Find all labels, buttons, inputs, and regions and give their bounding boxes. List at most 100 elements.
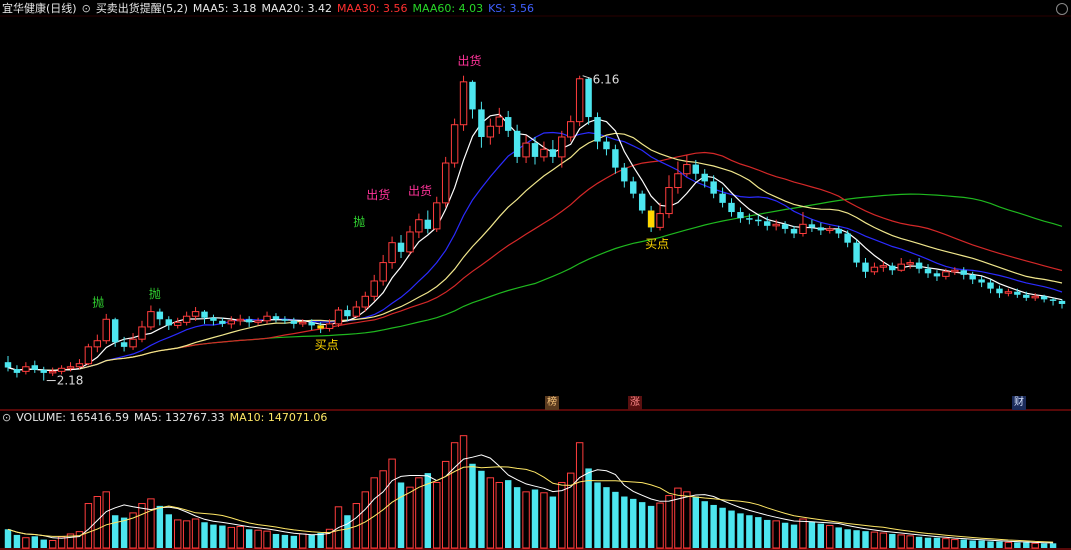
candle-down [290, 320, 298, 324]
volume-bar-down [40, 539, 47, 548]
volume-bar-down [1040, 543, 1048, 548]
volume-ma10-line [7, 466, 1054, 543]
candle-down [272, 316, 280, 320]
volume-bar-up [897, 534, 905, 549]
volume-bar-down [531, 489, 539, 548]
candle-up [93, 340, 102, 348]
volume-bar-up [299, 533, 307, 549]
candle-up [1031, 295, 1039, 299]
rank-tag[interactable]: 榜 [545, 396, 559, 410]
finance-tag[interactable]: 财 [1012, 396, 1026, 410]
volume-bar-up [942, 538, 950, 549]
volume-bar-up [656, 502, 664, 549]
candle-up [575, 78, 584, 123]
candle-down [594, 117, 601, 142]
volume-bar-up [102, 491, 110, 549]
volume-bar-up [879, 532, 888, 549]
candle-up [665, 187, 673, 215]
candle-up [567, 121, 575, 138]
buy-marker [317, 325, 324, 329]
volume-bar-up [182, 520, 191, 549]
candle-up [1004, 291, 1013, 294]
candle-up [254, 320, 262, 323]
candle-up [352, 306, 361, 317]
volume-dropdown-icon[interactable]: ⊙ [2, 411, 11, 424]
volume-bar-up [495, 481, 503, 549]
volume-bar-down [862, 531, 869, 548]
candle-down [764, 221, 771, 226]
candle-down [915, 262, 923, 269]
candle-down [621, 167, 628, 182]
dropdown-icon[interactable]: ⊙ [82, 2, 91, 15]
volume-bar-down [549, 496, 557, 548]
volume-bar-up [683, 491, 691, 549]
candle-down [111, 319, 119, 343]
candle-down [120, 342, 128, 347]
volume-bar-down [933, 537, 941, 548]
volume-bar-up [1031, 542, 1039, 549]
candle-down [210, 317, 217, 321]
candle-up [334, 309, 343, 325]
ma20-line [7, 132, 1063, 371]
candle-down [4, 362, 12, 368]
volume-bar-up [450, 442, 459, 549]
volume-bar-up [486, 477, 495, 549]
volume-bar-down [219, 525, 226, 548]
candle-down [960, 270, 967, 275]
volume-bar-up [674, 487, 682, 549]
volume-bar-up [433, 481, 441, 549]
candle-down [701, 173, 708, 182]
volume-bar-down [817, 523, 825, 548]
indicator-name[interactable]: 买卖出货提醒(5,2) [96, 2, 188, 15]
volume-bar-down [728, 510, 735, 548]
candle-up [325, 323, 334, 329]
volume-bar-up [665, 495, 673, 549]
price-header: 宜华健康(日线) ⊙ 买卖出货提醒(5,2) MAA5: 3.18 MAA20: 3.4… [2, 2, 539, 16]
candle-down [924, 268, 932, 274]
volume-bar-down [478, 470, 485, 548]
candle-up [370, 280, 378, 297]
candle-down [201, 311, 208, 318]
volume-bar-down [835, 527, 842, 548]
volume-bar-down [764, 519, 771, 548]
candle-up [236, 318, 244, 322]
candle-down [1058, 300, 1066, 304]
candle-down [31, 365, 39, 370]
candle-up [522, 142, 530, 158]
settings-icon[interactable] [1056, 3, 1068, 15]
candle-down [424, 219, 432, 229]
candle-up [147, 311, 155, 328]
candle-up [66, 366, 75, 369]
volume-bar-down [692, 496, 699, 548]
candle-up [674, 173, 682, 189]
volume-bar-down [630, 498, 637, 548]
candle-up [361, 295, 370, 308]
candle-down [165, 319, 172, 326]
candle-up [441, 162, 450, 204]
ma30-value: MAA30: 3.56 [336, 2, 408, 15]
candle-up [406, 231, 414, 253]
volume-bar-down [397, 482, 405, 548]
volume-bar-down [621, 496, 628, 548]
candle-up [299, 321, 307, 325]
candle-up [870, 266, 879, 273]
volume-bar-up [22, 537, 30, 549]
volume-bar-up [1004, 541, 1013, 549]
candle-down [308, 322, 315, 326]
candle-up [138, 326, 146, 340]
volume-bar-down [969, 540, 976, 548]
low-label: 2.18 [57, 374, 84, 388]
stock-chart[interactable]: 2.186.16抛抛抛出货 出货出货买点买点 [0, 0, 1071, 550]
candle-down [549, 149, 557, 157]
volume-value: VOLUME: 165416.59 [16, 411, 129, 424]
ks-value: KS: 3.56 [488, 2, 534, 15]
candle-up [22, 366, 30, 372]
volume-bar-down [719, 507, 726, 548]
volume-bar-down [808, 521, 816, 548]
candle-up [48, 370, 57, 374]
volume-ma5: MA5: 132767.33 [133, 411, 225, 424]
limit-up-tag[interactable]: 涨 [628, 396, 642, 410]
candle-down [478, 109, 485, 137]
candle-down [1023, 294, 1030, 298]
candle-down [504, 117, 512, 131]
